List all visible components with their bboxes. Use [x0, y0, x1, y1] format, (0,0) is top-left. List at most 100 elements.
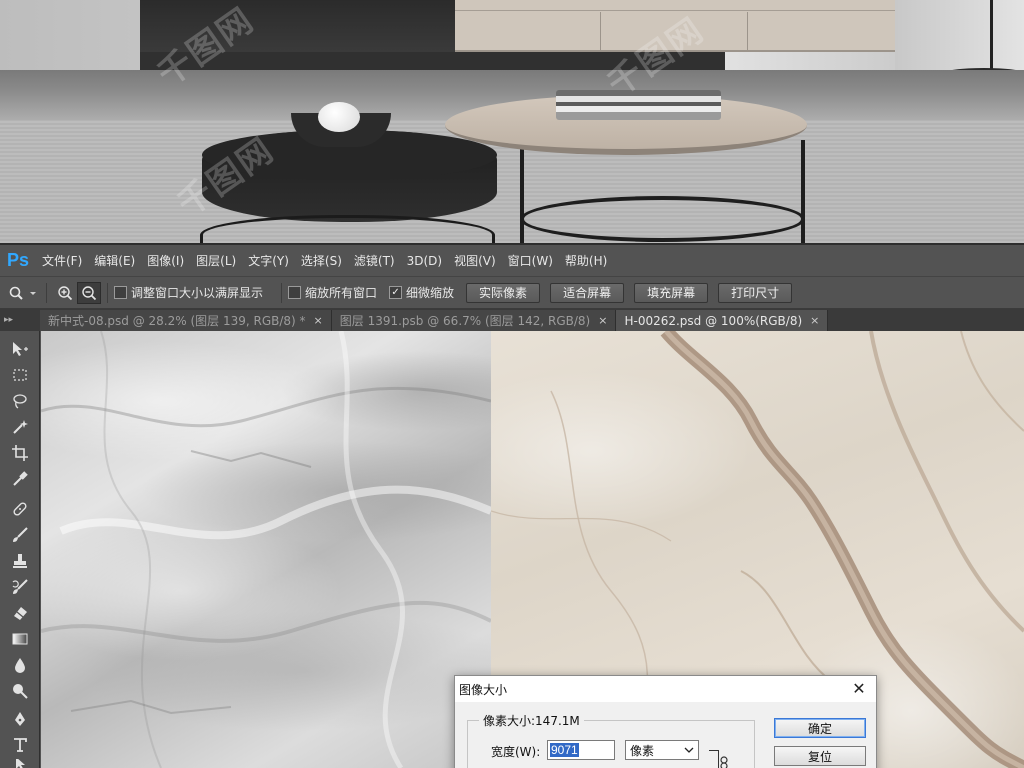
lasso-tool[interactable] [6, 389, 34, 413]
bandage-icon [13, 502, 27, 516]
menu-image[interactable]: 图像(I) [141, 244, 190, 277]
chain-link-icon[interactable] [719, 756, 729, 768]
magnifier-icon [9, 286, 36, 300]
tab-document-1[interactable]: 新中式-08.psd @ 28.2% (图层 139, RGB/8) * × [40, 310, 332, 331]
menu-bar: Ps 文件(F) 编辑(E) 图像(I) 图层(L) 文字(Y) 选择(S) 滤… [0, 243, 1024, 276]
droplet-icon [15, 658, 25, 673]
menu-window[interactable]: 窗口(W) [502, 244, 559, 277]
history-brush-icon [12, 579, 28, 594]
type-tool[interactable] [6, 733, 34, 757]
close-icon[interactable]: ✕ [850, 679, 868, 698]
document-tab-bar: ▸▸ 新中式-08.psd @ 28.2% (图层 139, RGB/8) * … [0, 309, 1024, 331]
actual-pixels-button[interactable]: 实际像素 [466, 282, 541, 303]
zoom-out-icon [82, 285, 97, 300]
close-icon[interactable]: × [598, 314, 607, 327]
tab-label: 新中式-08.psd @ 28.2% (图层 139, RGB/8) * [48, 314, 306, 328]
width-unit-value: 像素 [630, 743, 655, 758]
width-label: 宽度(W): [491, 745, 541, 759]
options-bar: 调整窗口大小以满屏显示 缩放所有窗口 ✓ 细微缩放 实际像素 适合屏幕 填充屏幕… [0, 276, 1024, 309]
pen-tool[interactable] [6, 707, 34, 731]
photoshop-logo: Ps [6, 250, 30, 270]
zoom-all-windows-checkbox[interactable] [288, 286, 302, 299]
marquee-tool[interactable] [6, 363, 34, 387]
menu-filter[interactable]: 滤镜(T) [348, 244, 401, 277]
path-selection-icon [16, 759, 25, 768]
brush-icon [13, 527, 28, 542]
eyedropper-tool[interactable] [6, 467, 34, 491]
healing-brush-tool[interactable] [6, 497, 34, 521]
move-arrow-icon [13, 342, 28, 356]
dialog-title: 图像大小 [455, 676, 876, 702]
zoom-tool-preset-picker[interactable] [6, 282, 40, 304]
photo-ball [318, 102, 360, 132]
dodge-tool[interactable] [6, 679, 34, 703]
blur-tool[interactable] [6, 653, 34, 677]
menu-layer[interactable]: 图层(L) [190, 244, 242, 277]
width-unit-select[interactable]: 像素 [625, 740, 699, 760]
zoom-all-windows-label: 缩放所有窗口 [305, 286, 378, 300]
screenshot-root: 千图网 千图网 千图网 Ps 文件(F) 编辑(E) 图像(I) 图层(L) 文… [0, 0, 1024, 768]
menu-help[interactable]: 帮助(H) [559, 244, 613, 277]
chevron-down-icon [684, 743, 694, 760]
history-brush-tool[interactable] [6, 575, 34, 599]
menu-3d[interactable]: 3D(D) [401, 244, 448, 277]
eraser-icon [14, 607, 27, 620]
resize-windows-label: 调整窗口大小以满屏显示 [131, 286, 264, 300]
magic-wand-tool[interactable] [6, 415, 34, 439]
menu-edit[interactable]: 编辑(E) [88, 244, 141, 277]
eraser-tool[interactable] [6, 601, 34, 625]
grey-marble-texture [41, 331, 491, 768]
resize-windows-checkbox[interactable] [114, 286, 127, 299]
scrubby-zoom-label: 细微缩放 [406, 286, 455, 300]
crop-icon [12, 445, 28, 461]
interior-photo: 千图网 千图网 千图网 [0, 0, 1024, 243]
ok-button[interactable]: 确定 [774, 718, 866, 738]
clone-stamp-tool[interactable] [6, 549, 34, 573]
print-size-button[interactable]: 打印尺寸 [718, 282, 793, 303]
width-value: 9071 [550, 743, 579, 757]
photo-wood-table-legs [520, 140, 805, 243]
panel-collapse-grip[interactable]: ▸▸ [0, 309, 40, 331]
zoom-out-button[interactable] [77, 281, 101, 304]
tab-document-2[interactable]: 图层 1391.psb @ 66.7% (图层 142, RGB/8) × [331, 310, 617, 331]
scrubby-zoom-checkbox[interactable]: ✓ [389, 286, 403, 299]
marquee-icon [13, 369, 27, 381]
fill-screen-button[interactable]: 填充屏幕 [634, 282, 709, 303]
photo-right-wall [895, 0, 1024, 70]
path-selection-tool[interactable] [6, 759, 34, 768]
options-separator [107, 282, 108, 303]
type-icon [14, 738, 27, 752]
options-separator [281, 282, 283, 303]
magic-wand-icon [13, 420, 28, 434]
photo-lamp-pole [990, 0, 993, 74]
eyedropper-icon [13, 471, 28, 486]
stamp-icon [13, 554, 27, 568]
close-icon[interactable]: × [810, 314, 819, 327]
constrain-bracket [709, 750, 719, 768]
gradient-tool[interactable] [6, 627, 34, 651]
tab-label: H-00262.psd @ 100%(RGB/8) [624, 313, 803, 328]
tab-document-3[interactable]: H-00262.psd @ 100%(RGB/8) × [616, 310, 829, 331]
lasso-icon [13, 394, 27, 409]
zoom-in-button[interactable] [53, 282, 77, 304]
options-separator [46, 282, 47, 303]
menu-type[interactable]: 文字(Y) [242, 244, 295, 277]
close-icon[interactable]: × [314, 314, 323, 327]
tools-panel [0, 331, 40, 768]
move-tool[interactable] [6, 337, 34, 361]
menu-select[interactable]: 选择(S) [295, 244, 348, 277]
menu-view[interactable]: 视图(V) [448, 244, 502, 277]
width-input[interactable]: 9071 [547, 740, 615, 760]
gradient-icon [12, 633, 28, 645]
crop-tool[interactable] [6, 441, 34, 465]
image-size-dialog: 图像大小 ✕ 像素大小:147.1M 宽度(W): 9071 像素 确定 复位 [454, 675, 877, 768]
dodge-icon [13, 684, 28, 699]
pen-icon [15, 712, 25, 726]
fit-screen-button[interactable]: 适合屏幕 [550, 282, 625, 303]
tab-label: 图层 1391.psb @ 66.7% (图层 142, RGB/8) [339, 314, 591, 328]
zoom-in-icon [58, 285, 73, 300]
pixel-dimensions-label: 像素大小:147.1M [479, 712, 584, 729]
brush-tool[interactable] [6, 523, 34, 547]
reset-button[interactable]: 复位 [774, 746, 866, 766]
menu-file[interactable]: 文件(F) [36, 244, 88, 277]
